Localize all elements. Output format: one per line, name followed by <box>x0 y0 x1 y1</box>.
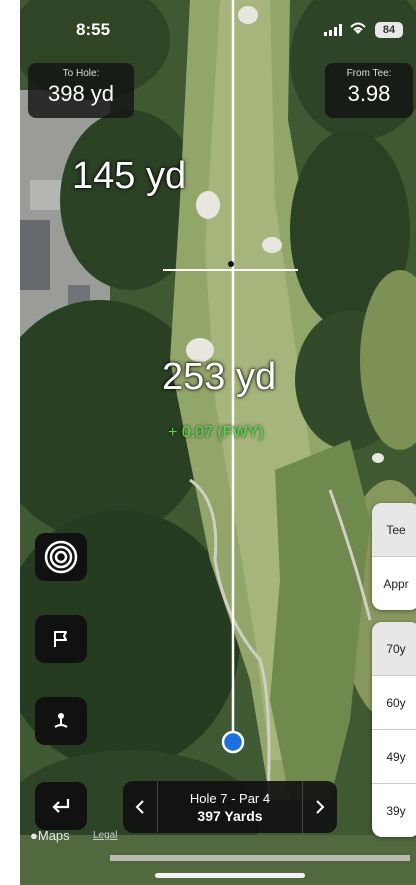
lie-delta: + 0.07 (FWY) <box>168 424 264 441</box>
flag-icon <box>54 631 67 647</box>
maps-label: Maps <box>37 828 70 843</box>
previous-hole-button[interactable] <box>123 781 157 833</box>
upper-distance: 145 yd <box>72 155 187 197</box>
battery-indicator: 84 <box>375 22 403 38</box>
tee-button[interactable] <box>35 697 87 745</box>
club-distance-49[interactable]: 49y <box>372 730 416 784</box>
club-distance-selector: 70y 60y 49y 39y <box>372 622 416 837</box>
club-type-approach[interactable]: Appr <box>372 557 416 610</box>
club-type-selector: Tee Appr <box>372 503 416 610</box>
chevron-right-icon <box>316 800 325 814</box>
to-hole-value: 398 yd <box>47 81 115 106</box>
from-tee-value: 3.98 <box>347 81 391 106</box>
wifi-icon <box>350 22 366 34</box>
club-distance-60[interactable]: 60y <box>372 676 416 730</box>
next-hole-button[interactable] <box>303 781 337 833</box>
back-button[interactable] <box>35 782 87 830</box>
to-hole-label: To Hole: <box>62 68 100 79</box>
to-hole-box: To Hole: 398 yd <box>28 63 134 118</box>
club-distance-70[interactable]: 70y <box>372 622 416 676</box>
satellite-map[interactable] <box>20 0 416 885</box>
from-tee-label: From Tee: <box>346 68 392 79</box>
chevron-left-icon <box>135 800 144 814</box>
legal-link[interactable]: Legal <box>93 830 117 841</box>
hole-info: Hole 7 - Par 4 397 Yards <box>157 781 303 833</box>
status-bar: 8:55 84 <box>20 0 416 44</box>
hole-yards: 397 Yards <box>197 808 263 824</box>
golf-tee-icon <box>54 713 68 728</box>
maps-attribution: ●Maps <box>30 828 70 843</box>
target-button[interactable] <box>35 533 87 581</box>
return-arrow-icon <box>52 799 70 813</box>
home-indicator <box>155 873 305 878</box>
status-time: 8:55 <box>76 20 111 39</box>
club-type-tee[interactable]: Tee <box>372 503 416 557</box>
golf-gps-screen: 8:55 84 To Hole: 398 yd From Tee: 3.98 1… <box>20 0 416 885</box>
hole-navigator: Hole 7 - Par 4 397 Yards <box>123 781 337 833</box>
lower-distance: 253 yd <box>162 356 277 398</box>
target-icon <box>44 540 78 574</box>
signal-icon <box>324 24 342 36</box>
from-tee-box: From Tee: 3.98 <box>325 63 413 118</box>
club-distance-39[interactable]: 39y <box>372 784 416 837</box>
apple-logo-icon: ● <box>30 828 38 843</box>
player-position-marker <box>221 730 245 754</box>
flag-button[interactable] <box>35 615 87 663</box>
hole-title: Hole 7 - Par 4 <box>189 791 271 806</box>
